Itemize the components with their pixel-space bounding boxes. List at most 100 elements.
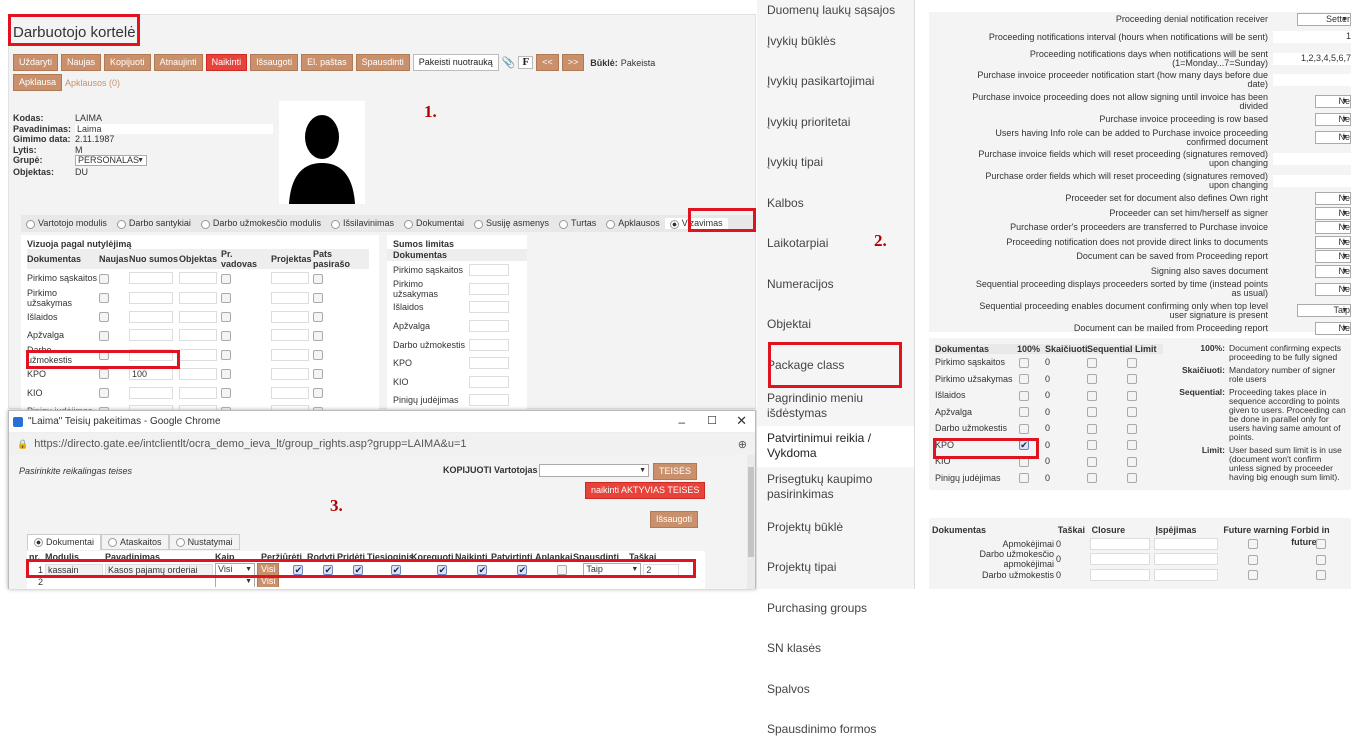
count-value[interactable]: 0 xyxy=(1045,423,1087,433)
sum-limit-row[interactable]: Pirkimo užsakymas xyxy=(387,280,527,299)
self-sign-checkbox[interactable] xyxy=(313,388,323,398)
approver-row[interactable]: KIO xyxy=(27,383,369,402)
setting-select[interactable]: Ne xyxy=(1315,207,1351,220)
sum-limit-row[interactable]: KPO xyxy=(387,354,527,373)
setting-select[interactable]: Ne xyxy=(1315,283,1351,296)
sequential-checkbox[interactable] xyxy=(1087,424,1097,434)
zoom-icon[interactable]: ⊕ xyxy=(738,438,747,451)
tab-documents[interactable]: Dokumentai xyxy=(399,218,469,228)
nav-item[interactable]: Spausdinimo formos xyxy=(757,710,914,750)
setting-select[interactable]: Ne xyxy=(1315,95,1351,108)
approver-row[interactable]: Apžvalga xyxy=(27,326,369,345)
points-value[interactable]: 0 xyxy=(1056,570,1090,580)
proc-row[interactable]: Darbo užmokestis 0 xyxy=(935,420,1163,437)
manager-checkbox[interactable] xyxy=(221,312,231,322)
gender-value[interactable]: M xyxy=(75,145,83,156)
from-sum-input[interactable] xyxy=(129,387,173,399)
self-sign-checkbox[interactable] xyxy=(313,350,323,360)
sum-limit-input[interactable] xyxy=(469,339,509,351)
setting-select[interactable]: Ne xyxy=(1315,322,1351,335)
manager-checkbox[interactable] xyxy=(221,350,231,360)
popup-save-button[interactable]: Išsaugoti xyxy=(650,511,698,528)
tab-assets[interactable]: Turtas xyxy=(554,218,601,228)
project-input[interactable] xyxy=(271,329,309,341)
proc-row[interactable]: Išlaidos 0 xyxy=(935,387,1163,404)
future-row[interactable]: Darbo užmokestis 0 xyxy=(929,567,1351,583)
from-sum-input[interactable] xyxy=(129,329,173,341)
object-input[interactable] xyxy=(179,387,217,399)
closure-input[interactable] xyxy=(1090,569,1150,581)
proc-row[interactable]: Pirkimo užsakymas 0 xyxy=(935,371,1163,388)
new-checkbox[interactable] xyxy=(99,274,109,284)
paperclip-icon[interactable]: 📎 xyxy=(502,56,516,69)
sum-limit-input[interactable] xyxy=(469,301,509,313)
tab-user-module[interactable]: Vartotojo modulis xyxy=(21,218,112,228)
nav-item[interactable]: Objektai xyxy=(757,305,914,346)
limit-checkbox[interactable] xyxy=(1127,473,1137,483)
delete-button[interactable]: Naikinti xyxy=(206,54,248,71)
setting-select[interactable]: Setter xyxy=(1297,13,1351,26)
self-sign-checkbox[interactable] xyxy=(313,331,323,341)
count-value[interactable]: 0 xyxy=(1045,440,1087,450)
setting-input[interactable] xyxy=(1273,175,1351,187)
full-checkbox[interactable] xyxy=(1019,374,1029,384)
sum-limit-input[interactable] xyxy=(469,264,509,276)
save-button[interactable]: Išsaugoti xyxy=(250,54,298,71)
email-button[interactable]: El. paštas xyxy=(301,54,353,71)
nav-item[interactable]: Numeracijos xyxy=(757,264,914,305)
manager-checkbox[interactable] xyxy=(221,388,231,398)
nav-item[interactable]: Projektų būklė xyxy=(757,507,914,548)
full-checkbox[interactable] xyxy=(1019,407,1029,417)
nav-item[interactable]: Duomenų laukų sąsajos xyxy=(757,0,914,21)
tab-popup-reports[interactable]: Ataskaitos xyxy=(101,534,169,550)
object-input[interactable] xyxy=(179,292,217,304)
manager-checkbox[interactable] xyxy=(221,369,231,379)
proc-row[interactable]: Apžvalga 0 xyxy=(935,404,1163,421)
approver-row[interactable]: Pirkimo užsakymas xyxy=(27,288,369,308)
nav-item[interactable]: Įvykių prioritetai xyxy=(757,102,914,143)
prev-button[interactable]: << xyxy=(536,54,559,71)
url-bar[interactable]: https://directo.gate.ee/intclientlt/ocra… xyxy=(34,438,466,450)
new-checkbox[interactable] xyxy=(99,312,109,322)
name-input[interactable]: Laima xyxy=(75,124,273,134)
project-input[interactable] xyxy=(271,311,309,323)
proc-row[interactable]: Pinigų judėjimas 0 xyxy=(935,470,1163,487)
sum-limit-row[interactable]: Darbo užmokestis xyxy=(387,335,527,354)
future-warning-checkbox[interactable] xyxy=(1248,555,1258,565)
from-sum-input[interactable] xyxy=(129,272,173,284)
nav-item[interactable]: Prisegtukų kaupimo pasirinkimas xyxy=(757,467,914,508)
sequential-checkbox[interactable] xyxy=(1087,374,1097,384)
tab-employment[interactable]: Darbo santykiai xyxy=(112,218,196,228)
manager-checkbox[interactable] xyxy=(221,331,231,341)
new-checkbox[interactable] xyxy=(99,388,109,398)
project-input[interactable] xyxy=(271,349,309,361)
approver-row[interactable]: Išlaidos xyxy=(27,308,369,327)
setting-select[interactable]: Ne xyxy=(1315,265,1351,278)
manager-checkbox[interactable] xyxy=(221,293,231,303)
setting-select[interactable]: Ne xyxy=(1315,250,1351,263)
copy-user-select[interactable] xyxy=(539,464,649,477)
copy-button[interactable]: Kopijuoti xyxy=(104,54,151,71)
from-sum-input[interactable] xyxy=(129,311,173,323)
sum-limit-row[interactable]: Pirkimo sąskaitos xyxy=(387,261,527,280)
full-checkbox[interactable] xyxy=(1019,391,1029,401)
setting-input[interactable] xyxy=(1273,74,1351,86)
full-checkbox[interactable] xyxy=(1019,424,1029,434)
nav-item[interactable]: Kalbos xyxy=(757,183,914,224)
setting-select[interactable]: Ne xyxy=(1315,221,1351,234)
setting-select[interactable]: Ne xyxy=(1315,131,1351,144)
employee-photo[interactable] xyxy=(279,101,365,204)
new-checkbox[interactable] xyxy=(99,293,109,303)
setting-input[interactable]: 1,2,3,4,5,6,7 xyxy=(1273,53,1351,65)
sum-limit-input[interactable] xyxy=(469,394,509,406)
tab-education[interactable]: Išsilavinimas xyxy=(326,218,399,228)
print-button[interactable]: Spausdinti xyxy=(356,54,410,71)
survey-button[interactable]: Apklausa xyxy=(13,74,62,91)
nav-item[interactable]: Laikotarpiai xyxy=(757,224,914,265)
forbid-future-checkbox[interactable] xyxy=(1316,570,1326,580)
maximize-icon[interactable]: ☐ xyxy=(707,414,717,427)
limit-checkbox[interactable] xyxy=(1127,457,1137,467)
limit-checkbox[interactable] xyxy=(1127,374,1137,384)
survey-count[interactable]: Apklausos (0) xyxy=(65,78,120,88)
sequential-checkbox[interactable] xyxy=(1087,473,1097,483)
